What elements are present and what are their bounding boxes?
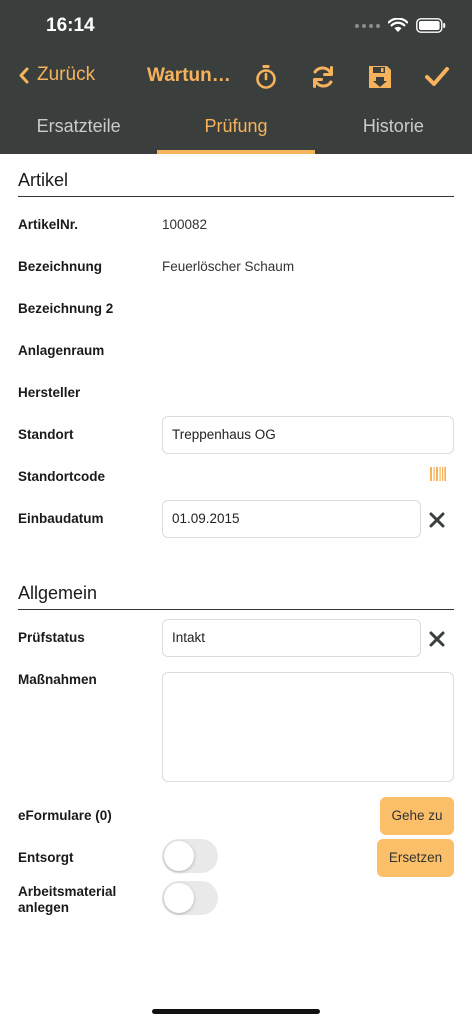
timer-button[interactable] [251, 62, 281, 92]
massnahmen-label: Maßnahmen [18, 672, 97, 687]
refresh-button[interactable] [308, 62, 338, 92]
close-icon [429, 631, 445, 647]
hersteller-label: Hersteller [18, 385, 81, 400]
nav-bar: Zurück Wartun… [0, 58, 472, 98]
standort-field[interactable]: Treppenhaus OG [162, 416, 454, 454]
entsorgt-label: Entsorgt [18, 850, 74, 865]
einbaudatum-field[interactable]: 01.09.2015 [162, 500, 421, 538]
artikelnr-value: 100082 [162, 217, 208, 232]
back-button[interactable]: Zurück [18, 64, 95, 86]
toggle-knob [164, 883, 194, 913]
tab-bar: Ersatzteile Prüfung Historie [0, 102, 472, 154]
arbeitsmaterial-label-line2: anlegen [18, 900, 70, 915]
signal-icon [355, 23, 380, 28]
standort-label: Standort [18, 427, 74, 442]
checkmark-icon [425, 67, 449, 86]
toggle-knob [164, 841, 194, 871]
eformulare-label: eFormulare (0) [18, 808, 112, 823]
gehe-zu-button[interactable]: Gehe zu [380, 797, 454, 835]
save-icon [369, 66, 391, 88]
clear-einbaudatum-button[interactable] [426, 509, 448, 531]
section-divider [18, 196, 454, 197]
artikelnr-label: ArtikelNr. [18, 217, 79, 232]
refresh-icon [313, 66, 333, 88]
battery-icon [416, 18, 446, 33]
tab-ersatzteile[interactable]: Ersatzteile [0, 102, 157, 154]
wifi-icon [388, 18, 408, 32]
status-bar: 16:14 [0, 0, 472, 54]
tab-pruefung[interactable]: Prüfung [157, 102, 315, 154]
standortcode-label: Standortcode [18, 469, 106, 484]
bezeichnung2-label: Bezeichnung 2 [18, 301, 114, 316]
ersetzen-button[interactable]: Ersetzen [377, 839, 454, 877]
massnahmen-textarea[interactable] [162, 672, 454, 782]
top-bar: 16:14 Zurück Wartun… Ersatzteile Prüfung… [0, 0, 472, 154]
pruefstatus-label: Prüfstatus [18, 630, 85, 645]
einbaudatum-label: Einbaudatum [18, 511, 104, 526]
clear-pruefstatus-button[interactable] [426, 628, 448, 650]
section-title-allgemein: Allgemein [18, 583, 98, 603]
entsorgt-toggle[interactable] [162, 839, 218, 873]
arbeitsmaterial-label-line1: Arbeitsmaterial [18, 884, 117, 899]
bezeichnung-value: Feuerlöscher Schaum [162, 259, 295, 274]
page-title: Wartun… [147, 65, 231, 86]
close-icon [429, 512, 445, 528]
pruefstatus-field[interactable]: Intakt [162, 619, 421, 657]
barcode-icon[interactable] [430, 467, 446, 481]
chevron-left-icon [19, 67, 29, 83]
status-icons [355, 18, 446, 33]
home-indicator [152, 1009, 320, 1014]
back-label: Zurück [37, 64, 96, 85]
section-title-artikel: Artikel [18, 170, 69, 190]
timer-icon [256, 65, 276, 89]
arbeitsmaterial-toggle[interactable] [162, 881, 218, 915]
section-divider [18, 609, 454, 610]
confirm-button[interactable] [422, 62, 452, 92]
bezeichnung-label: Bezeichnung [18, 259, 103, 274]
anlagenraum-label: Anlagenraum [18, 343, 105, 358]
tab-historie[interactable]: Historie [315, 102, 472, 154]
save-button[interactable] [365, 62, 395, 92]
status-time: 16:14 [46, 15, 95, 36]
